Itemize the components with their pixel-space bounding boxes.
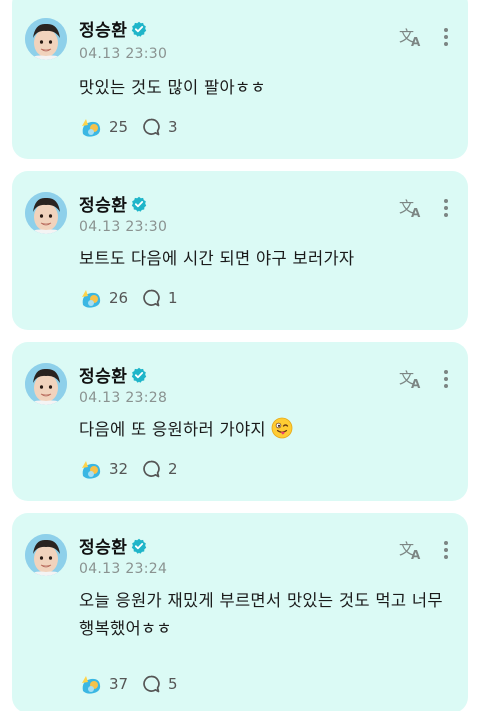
post-text: 다음에 또 응원하러 가야지 bbox=[79, 420, 266, 439]
verified-check-icon bbox=[132, 196, 147, 212]
avatar[interactable] bbox=[25, 534, 67, 576]
more-vertical-icon[interactable] bbox=[438, 367, 454, 391]
comment-bubble-icon[interactable] bbox=[141, 117, 161, 137]
verified-check-icon bbox=[132, 367, 147, 383]
avatar-photo bbox=[25, 534, 67, 576]
comment-bubble-icon[interactable] bbox=[141, 674, 161, 694]
verified-check-icon bbox=[132, 21, 147, 37]
translate-icon[interactable]: 文 A bbox=[398, 367, 424, 391]
svg-text:A: A bbox=[411, 548, 421, 562]
author-name[interactable]: 정승환 bbox=[79, 362, 127, 387]
translate-icon[interactable]: 文 A bbox=[398, 196, 424, 220]
post-text: 오늘 응원가 재밌게 부르면서 맛있는 것도 먹고 너무 행복했어ㅎㅎ bbox=[79, 591, 443, 638]
post-text: 맛있는 것도 많이 팔아ㅎㅎ bbox=[79, 78, 266, 97]
post-timestamp: 04.13 23:24 bbox=[79, 561, 168, 577]
reaction-count: 32 bbox=[109, 460, 129, 478]
comment-count: 3 bbox=[168, 118, 178, 136]
svg-text:A: A bbox=[411, 377, 421, 391]
svg-text:A: A bbox=[411, 35, 421, 49]
comment-bubble-icon[interactable] bbox=[141, 459, 161, 479]
avatar-photo bbox=[25, 18, 67, 60]
avatar[interactable] bbox=[25, 363, 67, 405]
comment-count: 2 bbox=[168, 460, 178, 478]
comment-bubble-icon[interactable] bbox=[141, 288, 161, 308]
cheer-reaction-icon[interactable] bbox=[79, 673, 103, 695]
verified-check-icon bbox=[132, 538, 147, 554]
post-text-container: 다음에 또 응원하러 가야지 bbox=[79, 416, 451, 444]
cheer-reaction-icon[interactable] bbox=[79, 458, 103, 480]
post-timestamp: 04.13 23:28 bbox=[79, 390, 168, 406]
cheer-reaction-icon[interactable] bbox=[79, 287, 103, 309]
avatar[interactable] bbox=[25, 18, 67, 60]
translate-icon[interactable]: 文 A bbox=[398, 538, 424, 562]
author-row: 정승환 bbox=[79, 191, 147, 216]
author-row: 정승환 bbox=[79, 16, 147, 41]
winking-face-with-tongue-icon bbox=[272, 417, 293, 439]
avatar-photo bbox=[25, 192, 67, 234]
post-actions: 32 2 bbox=[79, 458, 198, 480]
author-name[interactable]: 정승환 bbox=[79, 16, 127, 41]
cheer-reaction-icon[interactable] bbox=[79, 116, 103, 138]
post-card[interactable]: 정승환 04.13 23:30 文 A 보트도 다음에 시간 되면 야구 보러가… bbox=[12, 171, 468, 330]
reaction-count: 25 bbox=[109, 118, 129, 136]
comment-count: 1 bbox=[168, 289, 178, 307]
reaction-count: 26 bbox=[109, 289, 129, 307]
translate-icon[interactable]: 文 A bbox=[398, 25, 424, 49]
post-text: 보트도 다음에 시간 되면 야구 보러가자 bbox=[79, 249, 355, 268]
author-name[interactable]: 정승환 bbox=[79, 533, 127, 558]
comment-count: 5 bbox=[168, 675, 178, 693]
post-actions: 37 5 bbox=[79, 673, 198, 695]
avatar[interactable] bbox=[25, 192, 67, 234]
post-card[interactable]: 정승환 04.13 23:24 文 A 오늘 응원가 재밌게 부르면서 맛있는 … bbox=[12, 513, 468, 711]
more-vertical-icon[interactable] bbox=[438, 25, 454, 49]
author-name[interactable]: 정승환 bbox=[79, 191, 127, 216]
more-vertical-icon[interactable] bbox=[438, 538, 454, 562]
post-card[interactable]: 정승환 04.13 23:30 文 A 맛있는 것도 많이 팔아ㅎㅎ 25 3 bbox=[12, 0, 468, 159]
avatar-photo bbox=[25, 363, 67, 405]
author-row: 정승환 bbox=[79, 362, 147, 387]
reaction-count: 37 bbox=[109, 675, 129, 693]
svg-text:A: A bbox=[411, 206, 421, 220]
post-timestamp: 04.13 23:30 bbox=[79, 46, 168, 62]
post-timestamp: 04.13 23:30 bbox=[79, 219, 168, 235]
post-feed: 정승환 04.13 23:30 文 A 맛있는 것도 많이 팔아ㅎㅎ 25 3 … bbox=[0, 0, 480, 711]
post-card[interactable]: 정승환 04.13 23:28 文 A 다음에 또 응원하러 가야지 32 2 bbox=[12, 342, 468, 501]
post-actions: 25 3 bbox=[79, 116, 198, 138]
post-actions: 26 1 bbox=[79, 287, 198, 309]
author-row: 정승환 bbox=[79, 533, 147, 558]
more-vertical-icon[interactable] bbox=[438, 196, 454, 220]
